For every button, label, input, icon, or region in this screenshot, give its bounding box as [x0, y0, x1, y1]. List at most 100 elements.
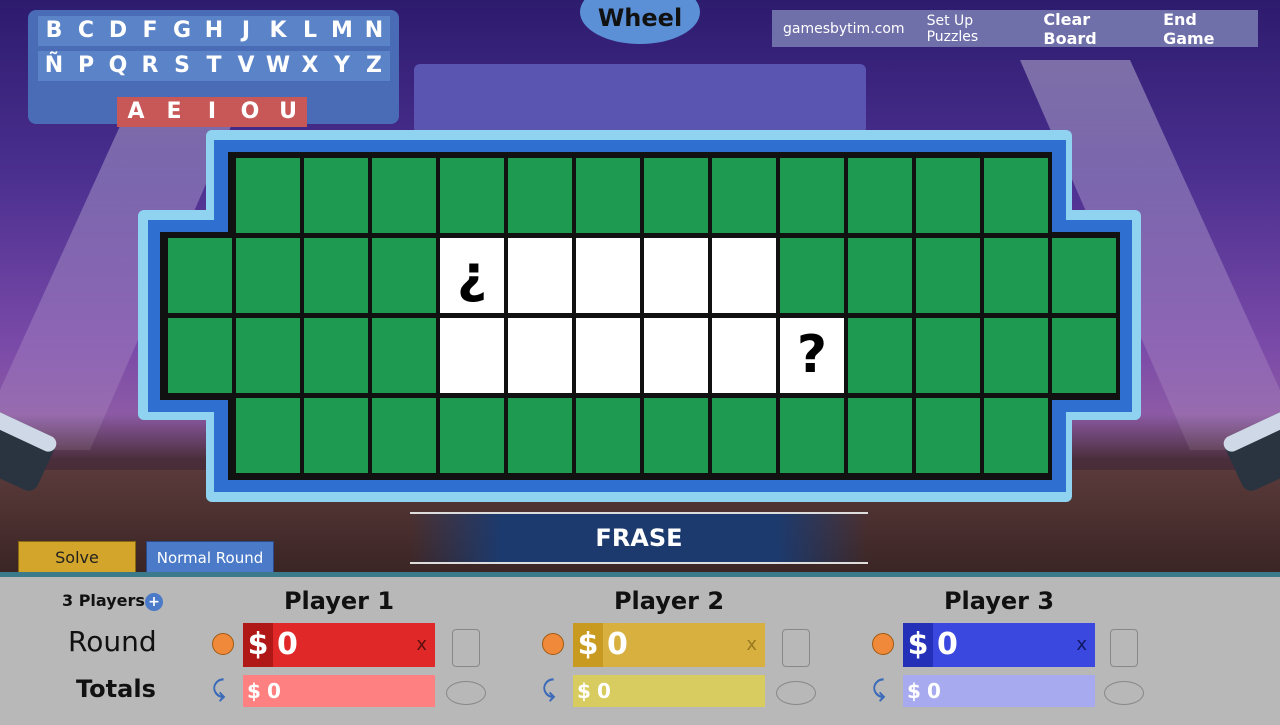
vowel-button[interactable]: I: [193, 97, 231, 127]
letter-button[interactable]: P: [70, 51, 102, 81]
letter-button[interactable]: K: [262, 16, 294, 46]
round-score-box[interactable]: $ 0 x: [243, 623, 435, 667]
letter-button[interactable]: W: [262, 51, 294, 81]
puzzle-tile[interactable]: [848, 318, 912, 393]
puzzle-tile[interactable]: [984, 318, 1048, 393]
clear-score-icon[interactable]: x: [1076, 623, 1087, 667]
puzzle-tile[interactable]: [440, 398, 504, 473]
puzzle-tile[interactable]: [576, 318, 640, 393]
puzzle-tile[interactable]: [644, 398, 708, 473]
letter-button[interactable]: Ñ: [38, 51, 70, 81]
vowel-button[interactable]: U: [269, 97, 307, 127]
transfer-arrow-icon[interactable]: ⤹: [542, 677, 555, 702]
round-type-button[interactable]: Normal Round: [146, 541, 274, 575]
puzzle-tile[interactable]: [508, 398, 572, 473]
puzzle-tile[interactable]: [304, 318, 368, 393]
puzzle-tile[interactable]: [508, 158, 572, 233]
puzzle-tile[interactable]: [984, 398, 1048, 473]
menu-setup-puzzles[interactable]: Set Up Puzzles: [916, 13, 1033, 45]
transfer-arrow-icon[interactable]: ⤹: [872, 677, 885, 702]
letter-button[interactable]: F: [134, 16, 166, 46]
puzzle-tile[interactable]: [780, 398, 844, 473]
letter-button[interactable]: N: [358, 16, 390, 46]
puzzle-tile[interactable]: [440, 318, 504, 393]
puzzle-tile[interactable]: [236, 238, 300, 313]
letter-button[interactable]: B: [38, 16, 70, 46]
puzzle-tile[interactable]: [712, 318, 776, 393]
puzzle-tile[interactable]: [848, 238, 912, 313]
puzzle-tile[interactable]: [916, 398, 980, 473]
letter-button[interactable]: V: [230, 51, 262, 81]
letter-button[interactable]: X: [294, 51, 326, 81]
letter-button[interactable]: Y: [326, 51, 358, 81]
puzzle-tile[interactable]: [848, 398, 912, 473]
puzzle-tile[interactable]: [508, 238, 572, 313]
solve-button[interactable]: Solve: [18, 541, 136, 575]
puzzle-tile[interactable]: [236, 398, 300, 473]
letter-button[interactable]: J: [230, 16, 262, 46]
puzzle-tile[interactable]: ?: [780, 318, 844, 393]
puzzle-tile[interactable]: [1052, 238, 1116, 313]
puzzle-tile[interactable]: [372, 318, 436, 393]
puzzle-tile[interactable]: [916, 158, 980, 233]
puzzle-tile[interactable]: [576, 158, 640, 233]
puzzle-tile[interactable]: [644, 158, 708, 233]
letter-button[interactable]: R: [134, 51, 166, 81]
puzzle-tile[interactable]: [304, 158, 368, 233]
bonus-slot[interactable]: [782, 629, 810, 667]
letter-button[interactable]: M: [326, 16, 358, 46]
clear-score-icon[interactable]: x: [746, 623, 757, 667]
bonus-slot[interactable]: [452, 629, 480, 667]
round-score-box[interactable]: $ 0 x: [573, 623, 765, 667]
menu-end-game[interactable]: End Game: [1152, 10, 1258, 48]
puzzle-tile[interactable]: [644, 318, 708, 393]
puzzle-tile[interactable]: [644, 238, 708, 313]
letter-button[interactable]: Z: [358, 51, 390, 81]
puzzle-tile[interactable]: [508, 318, 572, 393]
letter-button[interactable]: D: [102, 16, 134, 46]
puzzle-tile[interactable]: [780, 238, 844, 313]
puzzle-tile[interactable]: [1052, 318, 1116, 393]
puzzle-tile[interactable]: [916, 318, 980, 393]
puzzle-tile[interactable]: [372, 398, 436, 473]
turn-coin-icon[interactable]: [542, 633, 564, 655]
puzzle-tile[interactable]: [236, 318, 300, 393]
transfer-arrow-icon[interactable]: ⤹: [212, 677, 225, 702]
puzzle-tile[interactable]: [712, 398, 776, 473]
puzzle-tile[interactable]: [304, 238, 368, 313]
puzzle-tile[interactable]: [848, 158, 912, 233]
puzzle-tile[interactable]: [304, 398, 368, 473]
vowel-button[interactable]: E: [155, 97, 193, 127]
puzzle-tile[interactable]: [440, 158, 504, 233]
vowel-button[interactable]: A: [117, 97, 155, 127]
turn-coin-icon[interactable]: [212, 633, 234, 655]
letter-button[interactable]: H: [198, 16, 230, 46]
round-score-box[interactable]: $ 0 x: [903, 623, 1095, 667]
letter-button[interactable]: C: [70, 16, 102, 46]
puzzle-tile[interactable]: [576, 398, 640, 473]
puzzle-tile[interactable]: [984, 158, 1048, 233]
puzzle-tile[interactable]: ¿: [440, 238, 504, 313]
letter-button[interactable]: G: [166, 16, 198, 46]
clear-score-icon[interactable]: x: [416, 623, 427, 667]
puzzle-tile[interactable]: [372, 158, 436, 233]
turn-coin-icon[interactable]: [872, 633, 894, 655]
menu-link-site[interactable]: gamesbytim.com: [772, 21, 916, 37]
letter-button[interactable]: L: [294, 16, 326, 46]
puzzle-tile[interactable]: [916, 238, 980, 313]
puzzle-tile[interactable]: [984, 238, 1048, 313]
vowel-button[interactable]: O: [231, 97, 269, 127]
puzzle-tile[interactable]: [168, 238, 232, 313]
puzzle-tile[interactable]: [576, 238, 640, 313]
letter-button[interactable]: T: [198, 51, 230, 81]
letter-button[interactable]: Q: [102, 51, 134, 81]
menu-clear-board[interactable]: Clear Board: [1032, 10, 1152, 48]
puzzle-tile[interactable]: [780, 158, 844, 233]
puzzle-tile[interactable]: [712, 238, 776, 313]
puzzle-tile[interactable]: [236, 158, 300, 233]
bonus-oval[interactable]: [776, 681, 816, 705]
puzzle-tile[interactable]: [372, 238, 436, 313]
puzzle-tile[interactable]: [168, 318, 232, 393]
add-player-icon[interactable]: +: [145, 593, 163, 611]
puzzle-tile[interactable]: [712, 158, 776, 233]
